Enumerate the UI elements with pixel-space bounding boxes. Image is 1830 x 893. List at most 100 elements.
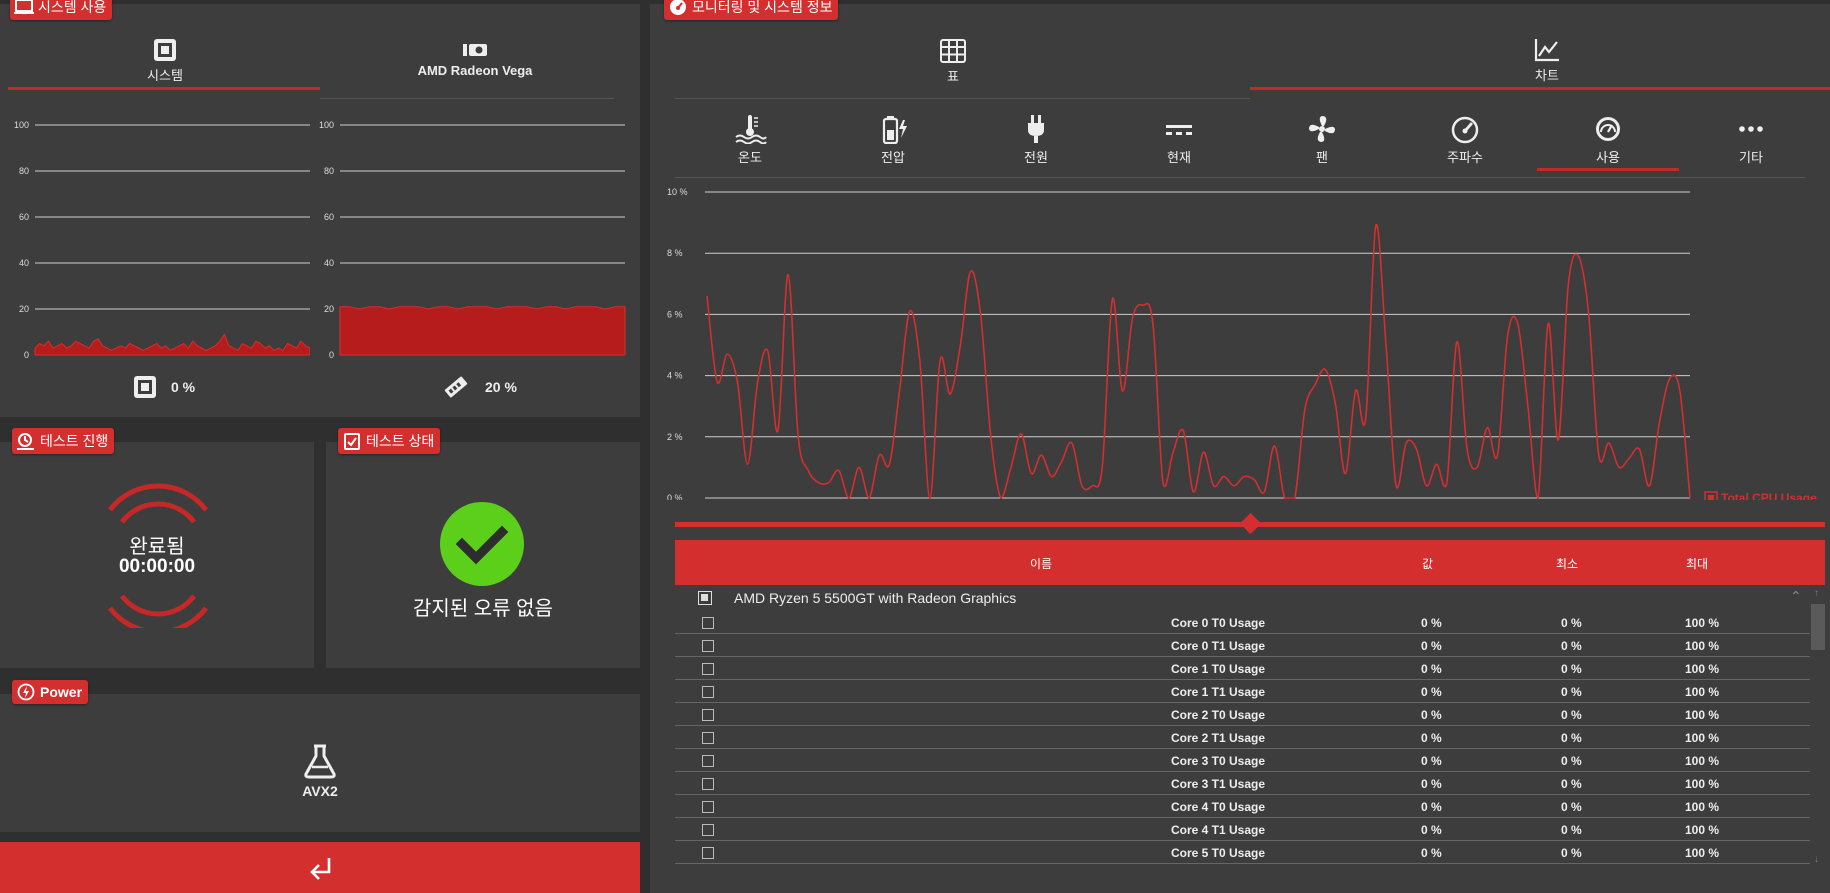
y-tick-label: 80 — [324, 166, 334, 176]
table-row[interactable]: Core 3 T1 Usage 0 % 0 % 100 % — [675, 772, 1810, 795]
table-row[interactable]: Core 2 T0 Usage 0 % 0 % 100 % — [675, 703, 1810, 726]
clipboard-check-icon — [344, 433, 360, 450]
gpu-usage-value: 20 % — [485, 379, 517, 395]
scroll-up-icon[interactable]: ↑ — [1814, 588, 1819, 599]
table-row[interactable]: Core 2 T1 Usage 0 % 0 % 100 % — [675, 726, 1810, 749]
y-tick-label: 10 % — [667, 187, 688, 197]
y-tick-label: 20 — [324, 304, 334, 314]
tab-system[interactable]: 시스템 — [110, 38, 220, 84]
system-usage-chart: 100 80 60 40 20 0 — [14, 120, 310, 360]
y-tick-label: 6 % — [667, 309, 683, 319]
test-progress-badge: 테스트 진행 — [12, 428, 115, 454]
enter-button[interactable] — [0, 842, 640, 893]
table-row[interactable]: Core 1 T1 Usage 0 % 0 % 100 % — [675, 680, 1810, 703]
row-max: 100 % — [1685, 708, 1720, 722]
y-tick-label: 80 — [19, 166, 29, 176]
tab-system-underline — [8, 87, 320, 90]
monitoring-title: 모니터링 및 시스템 정보 — [692, 0, 833, 15]
monitoring-badge: 모니터링 및 시스템 정보 — [664, 0, 839, 20]
row-min: 0 % — [1561, 685, 1582, 699]
row-max: 100 % — [1685, 800, 1720, 814]
y-tick-label: 2 % — [667, 432, 683, 442]
power-mode-label: AVX2 — [302, 783, 338, 799]
sensor-tab-current[interactable]: 현재 — [1139, 114, 1219, 166]
row-name: Core 3 T1 Usage — [1170, 777, 1265, 791]
y-tick-label: 0 % — [667, 493, 683, 500]
tab-gpu-label: AMD Radeon Vega — [417, 63, 533, 78]
scroll-down-icon[interactable]: ↓ — [1814, 854, 1819, 865]
tab-chart[interactable]: 차트 — [1497, 38, 1597, 84]
series-line-total-cpu-usage — [706, 223, 1691, 499]
sensor-tab-frequency[interactable]: 주파수 — [1425, 114, 1505, 166]
sensor-tab-usage-underline — [1537, 168, 1679, 171]
enter-arrow-icon — [310, 858, 331, 880]
sensor-tab-label: 사용 — [1596, 150, 1620, 165]
table-row[interactable]: Core 1 T0 Usage 0 % 0 % 100 % — [675, 657, 1810, 680]
row-max: 100 % — [1685, 731, 1720, 745]
column-header-min[interactable]: 최소 — [1556, 555, 1578, 572]
test-status-message: 감지된 오류 없음 — [413, 598, 553, 620]
tab-table[interactable]: 표 — [903, 39, 1003, 85]
laptop-icon — [14, 0, 34, 14]
table-row[interactable]: Core 3 T0 Usage 0 % 0 % 100 % — [675, 749, 1810, 772]
table-scrollbar[interactable]: ↑ ↓ — [1810, 588, 1826, 870]
row-name: Core 0 T0 Usage — [1170, 616, 1265, 630]
sensor-tab-label: 팬 — [1316, 150, 1328, 165]
row-min: 0 % — [1561, 616, 1582, 630]
battery-bolt-icon — [882, 116, 907, 144]
row-min: 0 % — [1561, 800, 1582, 814]
tab-gpu[interactable]: AMD Radeon Vega — [400, 42, 550, 78]
row-name: Core 1 T0 Usage — [1170, 662, 1265, 676]
group-checkbox[interactable] — [698, 591, 712, 605]
gpu-usage-readout: 20 % — [443, 374, 517, 400]
y-tick-label: 40 — [324, 258, 334, 268]
tab-system-label: 시스템 — [147, 68, 183, 83]
sensor-tab-label: 주파수 — [1447, 150, 1483, 165]
table-row[interactable]: Core 0 T1 Usage 0 % 0 % 100 % — [675, 634, 1810, 657]
row-name: Core 3 T0 Usage — [1170, 754, 1265, 768]
row-min: 0 % — [1561, 754, 1582, 768]
sensor-table-header: 이름 값 최소 최대 — [675, 540, 1825, 585]
row-value: 0 % — [1421, 846, 1442, 860]
column-header-max[interactable]: 최대 — [1686, 555, 1708, 572]
sensor-tab-label: 전원 — [1024, 150, 1048, 165]
table-row[interactable]: Core 4 T1 Usage 0 % 0 % 100 % — [675, 818, 1810, 841]
row-value: 0 % — [1421, 685, 1442, 699]
row-max: 100 % — [1685, 754, 1720, 768]
scrollbar-thumb[interactable] — [1811, 604, 1825, 650]
row-max: 100 % — [1685, 616, 1720, 630]
row-value: 0 % — [1421, 754, 1442, 768]
collapse-chevron-icon[interactable]: ⌃ — [1790, 588, 1802, 605]
system-usage-readout: 0 % — [133, 375, 195, 399]
gpu-usage-chart: 100 80 60 40 20 0 — [319, 120, 626, 360]
sensor-tab-voltage[interactable]: 전압 — [853, 114, 933, 166]
sensor-tab-temperature[interactable]: 온도 — [710, 114, 790, 166]
row-min: 0 % — [1561, 639, 1582, 653]
system-usage-title: 시스템 사용 — [38, 0, 107, 15]
y-tick-label: 60 — [19, 212, 29, 222]
column-header-value[interactable]: 값 — [1422, 555, 1433, 572]
sensor-tab-usage[interactable]: 사용 — [1568, 114, 1648, 166]
sensor-tab-other[interactable]: 기타 — [1711, 114, 1791, 166]
more-dots-icon — [1739, 126, 1763, 132]
table-row[interactable]: Core 0 T0 Usage 0 % 0 % 100 % — [675, 611, 1810, 634]
line-chart-icon — [1534, 39, 1559, 62]
sensor-tab-fan[interactable]: 팬 — [1282, 114, 1362, 166]
sensor-tab-divider — [675, 177, 1805, 178]
column-header-name[interactable]: 이름 — [1030, 555, 1052, 572]
row-min: 0 % — [1561, 662, 1582, 676]
usage-area — [339, 306, 626, 356]
table-row[interactable]: Core 5 T0 Usage 0 % 0 % 100 % — [675, 841, 1810, 864]
gauge-circle-icon — [1596, 117, 1620, 141]
direct-current-icon — [1166, 125, 1192, 135]
chip-icon — [134, 376, 156, 398]
group-name: AMD Ryzen 5 5500GT with Radeon Graphics — [734, 590, 1017, 606]
table-row[interactable]: Core 4 T0 Usage 0 % 0 % 100 % — [675, 795, 1810, 818]
tab-table-label: 표 — [947, 69, 959, 84]
sensor-group-row[interactable]: AMD Ryzen 5 5500GT with Radeon Graphics … — [675, 588, 1810, 608]
test-progress-status: 완료됨 — [129, 536, 185, 558]
y-tick-label: 40 — [19, 258, 29, 268]
power-title: Power — [40, 684, 83, 700]
sensor-tab-power[interactable]: 전원 — [996, 114, 1076, 166]
check-circle-icon — [440, 502, 524, 586]
